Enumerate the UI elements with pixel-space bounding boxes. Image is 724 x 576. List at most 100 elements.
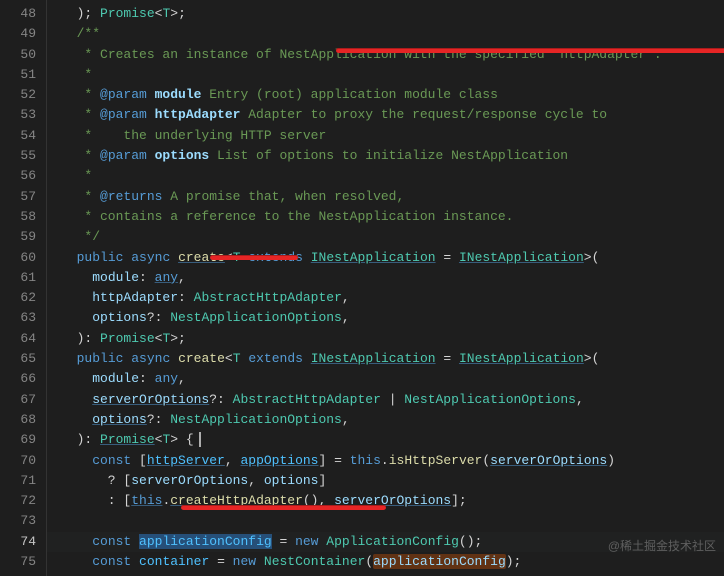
token: , [248,473,264,488]
code-line[interactable]: * @param options List of options to init… [47,146,724,166]
token: @param [100,148,155,163]
token: ApplicationConfig [326,534,459,549]
code-line[interactable]: * @param module Entry (root) application… [47,85,724,105]
token: >( [584,250,600,265]
token [61,250,77,265]
token [61,6,77,21]
line-number: 73 [6,511,36,531]
token: : [139,371,155,386]
line-number: 72 [6,491,36,511]
token: @param [100,107,155,122]
line-number: 64 [6,329,36,349]
token: * [61,87,100,102]
token: INestApplication [459,351,584,366]
token: NestApplicationOptions [170,412,342,427]
token: extends [248,351,303,366]
code-line[interactable]: module: any, [47,369,724,389]
code-line[interactable]: ): Promise<T>; [47,329,724,349]
token: . [381,453,389,468]
code-line[interactable]: public async create<T extends INestAppli… [47,349,724,369]
token: serverOrOptions [92,392,209,407]
code-line[interactable]: /** [47,24,724,44]
code-line[interactable]: ); Promise<T>; [47,4,724,24]
token [92,6,100,21]
token: , [178,270,186,285]
token: | [381,392,404,407]
token [131,554,139,569]
token: Creates an instance of [100,47,279,62]
code-line[interactable] [47,511,724,531]
code-line[interactable]: options?: NestApplicationOptions, [47,410,724,430]
token: A promise that, when resolved, [162,189,404,204]
token: applicationConfig [373,554,506,569]
token: */ [61,229,100,244]
token: NestContainer [264,554,365,569]
line-number: 51 [6,65,36,85]
code-line[interactable]: module: any, [47,268,724,288]
code-line[interactable]: ? [serverOrOptions, options] [47,471,724,491]
token: Promise [100,6,155,21]
code-line[interactable]: */ [47,227,724,247]
code-line[interactable]: httpAdapter: AbstractHttpAdapter, [47,288,724,308]
line-number: 48 [6,4,36,24]
token [61,554,92,569]
token: ] = [318,453,349,468]
token [61,453,92,468]
token: serverOrOptions [490,453,607,468]
token: : [139,270,155,285]
token [61,351,77,366]
token: ) [607,453,615,468]
code-line[interactable]: ): Promise<T> { [47,430,724,450]
token [61,290,92,305]
token: module [92,270,139,285]
token: isHttpServer [389,453,483,468]
token: @param [100,87,155,102]
code-line[interactable]: * contains a reference to the NestApplic… [47,207,724,227]
token: Promise [100,432,155,447]
line-number: 74 [6,532,36,552]
token: , [342,412,350,427]
token: < [225,351,233,366]
code-line[interactable]: * @param httpAdapter Adapter to proxy th… [47,105,724,125]
code-line[interactable]: serverOrOptions?: AbstractHttpAdapter | … [47,390,724,410]
code-line[interactable]: * [47,65,724,85]
code-line[interactable]: * @returns A promise that, when resolved… [47,187,724,207]
token: * [61,47,100,62]
token: AbstractHttpAdapter [233,392,381,407]
token [61,392,92,407]
token: >; [170,6,186,21]
token: httpAdapter [155,107,241,122]
token: * [61,107,100,122]
line-number: 54 [6,126,36,146]
code-line[interactable]: * the underlying HTTP server [47,126,724,146]
code-line[interactable]: * [47,166,724,186]
token: any [155,371,178,386]
token: * contains a reference to the NestApplic… [61,209,513,224]
annotation-underline [210,255,298,260]
annotation-underline [181,505,386,510]
token: ?: [147,310,170,325]
token [61,270,92,285]
token: create [178,351,225,366]
token: INestApplication [459,250,584,265]
line-number: 57 [6,187,36,207]
code-line[interactable]: public async create<T extends INestAppli… [47,248,724,268]
token: : [ [61,493,131,508]
token: [ [131,453,147,468]
code-line[interactable]: const [httpServer, appOptions] = this.is… [47,451,724,471]
token: ? [ [61,473,131,488]
token: ?: [209,392,232,407]
line-number: 55 [6,146,36,166]
code-editor[interactable]: 4849505152535455565758596061626364656667… [0,0,724,576]
line-number: 50 [6,45,36,65]
code-line[interactable]: const container = new NestContainer(appl… [47,552,724,572]
code-line[interactable]: options?: NestApplicationOptions, [47,308,724,328]
token: ] [318,473,326,488]
token: container [139,554,209,569]
token: * [61,168,92,183]
code-area[interactable]: ); Promise<T>; /** * Creates an instance… [46,0,724,576]
token [131,534,139,549]
token: Entry (root) application module class [201,87,497,102]
token: options [92,412,147,427]
token: async [131,250,170,265]
